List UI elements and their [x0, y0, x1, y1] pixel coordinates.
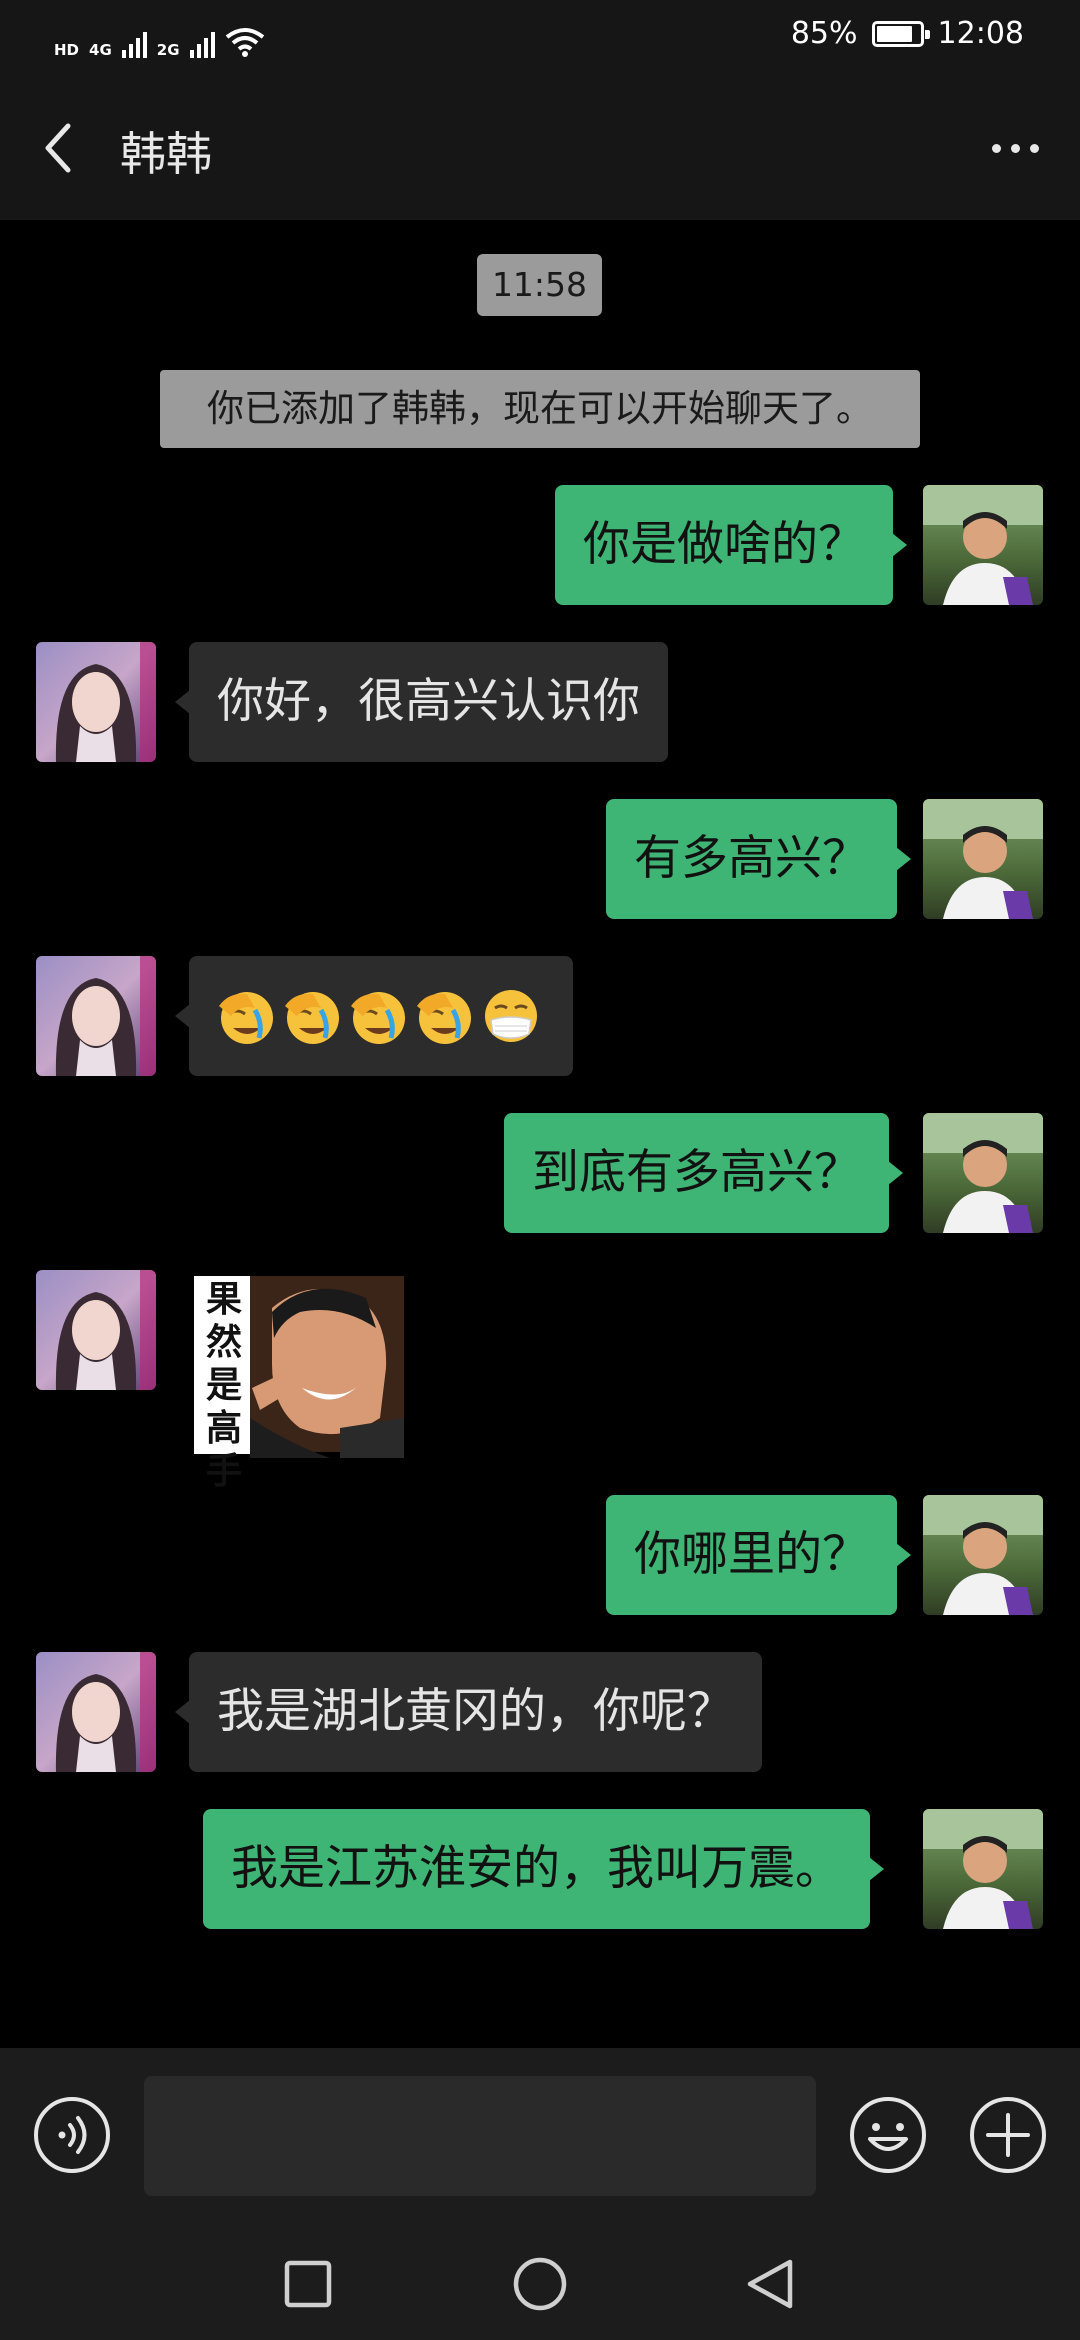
wifi-icon [225, 28, 264, 57]
message-bubble-sent[interactable]: 到底有多高兴？ [504, 1113, 903, 1233]
status-right: 85% 12:08 [791, 16, 1024, 51]
avatar-me[interactable] [923, 1809, 1043, 1929]
status-left: HD 4G 2G [54, 18, 265, 58]
signal-icon-2 [189, 30, 215, 58]
more-dots-icon [991, 143, 1001, 153]
avatar-me[interactable] [923, 799, 1043, 919]
message-bubble-sent[interactable]: 有多高兴？ [606, 799, 911, 919]
message-bubble-received[interactable]: 我是湖北黄冈的，你呢？ [175, 1652, 762, 1772]
chevron-left-icon [45, 123, 71, 173]
chat-title: 韩韩 [120, 127, 212, 181]
avatar-me[interactable] [923, 1495, 1043, 1615]
message-bubble-sent[interactable]: 你哪里的？ [606, 1495, 911, 1615]
chat-header: 韩韩 [0, 76, 1080, 220]
battery-percent: 85% [790, 16, 858, 51]
mask-face-emoji-icon [485, 990, 537, 1042]
recent-apps-icon [284, 2260, 332, 2308]
home-button[interactable] [510, 2254, 570, 2314]
facepalm-crying-emoji-icon [219, 992, 273, 1044]
status-time: 12:08 [937, 16, 1024, 51]
input-bar [0, 2048, 1080, 2228]
home-icon [513, 2257, 567, 2311]
plus-icon [970, 2097, 1046, 2173]
avatar-me[interactable] [923, 1113, 1043, 1233]
facepalm-crying-emoji-icon [417, 992, 471, 1044]
hd-volte-icon: HD [54, 41, 80, 59]
emoji-row [215, 956, 547, 1076]
avatar-other[interactable] [36, 1270, 156, 1390]
back-triangle-icon [747, 2259, 793, 2309]
emoji-button[interactable] [848, 2095, 928, 2175]
message-bubble-received[interactable]: 你好，很高兴认识你 [175, 642, 668, 762]
chat-timestamp: 11:58 [477, 254, 602, 316]
avatar-other[interactable] [36, 956, 156, 1076]
sticker-image[interactable]: 果然是高手 [190, 1268, 414, 1492]
more-functions-button[interactable] [968, 2095, 1048, 2175]
emoji-icon [850, 2097, 926, 2173]
message-bubble-sent[interactable]: 我是江苏淮安的，我叫万震。 [203, 1809, 884, 1929]
message-input[interactable] [144, 2076, 816, 2196]
avatar-me[interactable] [923, 485, 1043, 605]
battery-fill [876, 25, 913, 42]
sim2-network-label: 2G [156, 41, 180, 59]
status-bar: HD 4G 2G 85% 12:08 [0, 0, 1080, 76]
sticker-caption: 果然是高手 [205, 1278, 242, 1492]
back-button[interactable] [30, 116, 90, 180]
message-bubble-received-emoji[interactable] [175, 956, 573, 1076]
system-back-button[interactable] [740, 2254, 800, 2314]
more-button[interactable] [980, 120, 1050, 176]
battery-icon [871, 20, 930, 47]
voice-icon [34, 2097, 110, 2173]
system-navigation-bar [0, 2228, 1080, 2340]
sim1-network-label: 4G [89, 41, 112, 59]
system-notice: 你已添加了韩韩，现在可以开始聊天了。 [160, 370, 920, 448]
avatar-other[interactable] [36, 642, 156, 762]
message-bubble-sent[interactable]: 你是做啥的？ [555, 485, 907, 605]
recent-apps-button[interactable] [278, 2254, 338, 2314]
facepalm-crying-emoji-icon [285, 992, 339, 1044]
voice-button[interactable] [32, 2095, 112, 2175]
facepalm-crying-emoji-icon [351, 992, 405, 1044]
signal-icon [121, 30, 147, 58]
avatar-other[interactable] [36, 1652, 156, 1772]
